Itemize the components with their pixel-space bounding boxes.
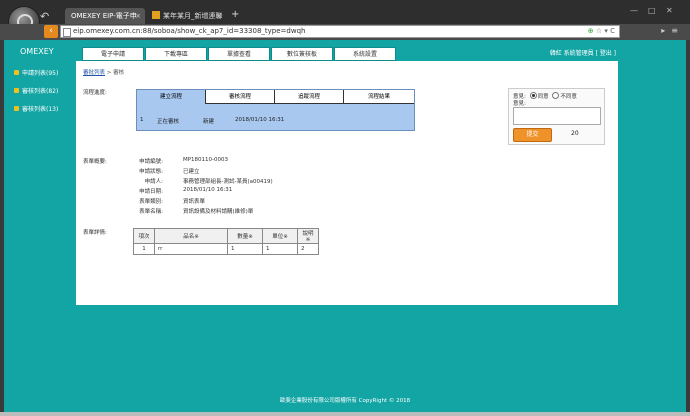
info-value: MP180110-0003	[183, 157, 229, 163]
table-cell: 1	[262, 243, 298, 255]
folder-icon	[14, 106, 19, 111]
table-header-row: 項次 品名※ 數量※ 單位※ 說明※	[133, 228, 319, 244]
address-bar: ‹ eip.omexey.com.cn:88/soboa/show_ck_ap7…	[0, 24, 690, 40]
info-value: 已建立	[183, 169, 200, 175]
breadcrumb-link[interactable]: 審批列表	[83, 70, 105, 76]
submit-button[interactable]: 提交	[513, 128, 552, 142]
browser-menu-icon[interactable]: ▸≡	[661, 26, 684, 35]
folder-icon	[14, 88, 19, 93]
nav-tab-settings[interactable]: 系統設置	[334, 47, 396, 61]
info-key: 申請日期:	[139, 189, 163, 195]
count-badge: 20	[571, 130, 579, 137]
nav-tab-signboard[interactable]: 數位簽核板	[271, 47, 333, 61]
url-field[interactable]: eip.omexey.com.cn:88/soboa/show_ck_ap7_i…	[60, 25, 620, 38]
app-area: OMEXEY 電子申請 下載專區 單據查看 數位簽核板 系統設置 韓紅 系統管理…	[4, 40, 686, 412]
nav-tab-download[interactable]: 下載專區	[145, 47, 207, 61]
table-cell: 2	[297, 243, 319, 255]
info-key: 申請人:	[144, 179, 163, 185]
flow-label: 流程進度:	[83, 90, 107, 96]
sidebar-item-label: 審核列表(82)	[22, 88, 59, 95]
star-icon[interactable]: ☆	[596, 27, 602, 35]
info-key: 申請編號:	[139, 159, 163, 165]
close-tab-icon[interactable]: ×	[216, 8, 222, 24]
info-value: 資訊設備及材料請購(維修)單	[183, 209, 254, 215]
secure-icon: ⊕	[587, 27, 594, 35]
agree-radio[interactable]	[529, 92, 537, 99]
tab-second-label: 某年某月_新增連聯	[163, 12, 223, 20]
flow-time: 2018/01/10 16:31	[235, 117, 285, 123]
detail-table: 項次 品名※ 數量※ 單位※ 說明※ 1 rr 1 1 2	[133, 228, 319, 255]
browser-window: ↶ OMEXEY EIP-電子申 × 某年某月_新增連聯 × + — □ ✕ ‹…	[0, 0, 690, 416]
col-header: 品名※	[154, 228, 228, 244]
sidebar-item-reviewed-list[interactable]: 審核列表(13)	[14, 104, 58, 113]
flow-col-result[interactable]: 流程結果	[344, 90, 414, 104]
flow-progress-table: 建立流程 審核流程 追蹤流程 流程結果 1 正在審核 新建 2018/01/10…	[136, 89, 415, 131]
tab-strip: ↶ OMEXEY EIP-電子申 × 某年某月_新增連聯 × + — □ ✕	[0, 0, 690, 38]
breadcrumb-separator: >	[106, 70, 112, 76]
footer-copyright: 歐斐企業股份有限公司版權所有 CopyRight © 2018	[279, 398, 411, 404]
refresh-icon[interactable]: C	[610, 27, 615, 35]
table-cell: 1	[227, 243, 263, 255]
disagree-radio[interactable]	[552, 92, 560, 99]
info-key: 表單類別:	[139, 199, 163, 205]
nav-tab-apply[interactable]: 電子申請	[82, 47, 144, 61]
flow-col-create[interactable]: 建立流程	[137, 90, 206, 104]
back-arrow-icon[interactable]: ↶	[40, 10, 49, 23]
table-cell: 1	[133, 243, 155, 255]
flow-action: 新建	[203, 119, 215, 125]
tab-eip[interactable]: OMEXEY EIP-電子申 ×	[65, 8, 145, 24]
nav-tab-documents[interactable]: 單據查看	[208, 47, 270, 61]
flow-col-track[interactable]: 追蹤流程	[275, 90, 344, 104]
close-tab-icon[interactable]: ×	[135, 8, 141, 24]
sidebar-item-review-list[interactable]: 審核列表(82)	[14, 86, 58, 95]
minimize-icon[interactable]: —	[630, 6, 638, 15]
sidebar-item-apply-list[interactable]: 申請列表(95)	[14, 68, 58, 77]
new-tab-button[interactable]: +	[231, 9, 239, 20]
agree-label: 同意	[537, 94, 549, 100]
form-summary-label: 表單概要:	[83, 159, 107, 165]
breadcrumb: 審批列表 > 審核	[83, 68, 124, 76]
tab-eip-label: OMEXEY EIP-電子申	[71, 12, 137, 20]
col-header: 說明※	[297, 228, 319, 244]
status-bar	[0, 412, 690, 416]
info-key: 申請狀態:	[139, 169, 163, 175]
table-cell: rr	[154, 243, 228, 255]
page-icon	[63, 28, 71, 37]
url-text: eip.omexey.com.cn:88/soboa/show_ck_ap7_i…	[73, 27, 306, 35]
detail-label: 表單詳情:	[83, 230, 107, 236]
main-panel: 審批列表 > 審核 流程進度: 建立流程 審核流程 追蹤流程 流程結果 1 正在…	[76, 61, 618, 305]
flow-step: 1	[140, 117, 144, 123]
sidebar-item-label: 審核列表(13)	[22, 106, 59, 113]
maximize-icon[interactable]: □	[648, 6, 656, 15]
sidebar-item-label: 申請列表(95)	[22, 70, 59, 77]
close-window-icon[interactable]: ✕	[666, 6, 673, 15]
tab-second[interactable]: 某年某月_新增連聯 ×	[146, 8, 226, 24]
nav-back-button[interactable]: ‹	[44, 25, 58, 38]
folder-icon	[14, 70, 19, 75]
col-header: 單位※	[262, 228, 298, 244]
flow-col-review[interactable]: 審核流程	[206, 90, 275, 104]
info-value: 2018/01/10 16:31	[183, 187, 233, 193]
disagree-label: 不同意	[560, 94, 577, 100]
info-key: 表單名稱:	[139, 209, 163, 215]
col-header: 項次	[133, 228, 155, 244]
flow-status: 正在審核	[157, 119, 180, 125]
user-logout-link[interactable]: 韓紅 系統管理員 [ 登出 ]	[550, 48, 616, 57]
note-label: 意見:	[513, 101, 526, 107]
opinion-textarea[interactable]	[513, 107, 601, 125]
info-value: 事務管理部組長-測試-某員(a00419)	[183, 179, 273, 185]
sign-panel: 意見: 同意 不同意 意見: 提交 20	[508, 88, 605, 145]
page-favicon-icon	[152, 11, 160, 19]
breadcrumb-current: 審核	[113, 70, 125, 76]
table-row: 1 rr 1 1 2	[133, 243, 319, 255]
brand-logo: OMEXEY	[20, 47, 54, 56]
info-value: 資訊表單	[183, 199, 206, 205]
col-header: 數量※	[227, 228, 263, 244]
